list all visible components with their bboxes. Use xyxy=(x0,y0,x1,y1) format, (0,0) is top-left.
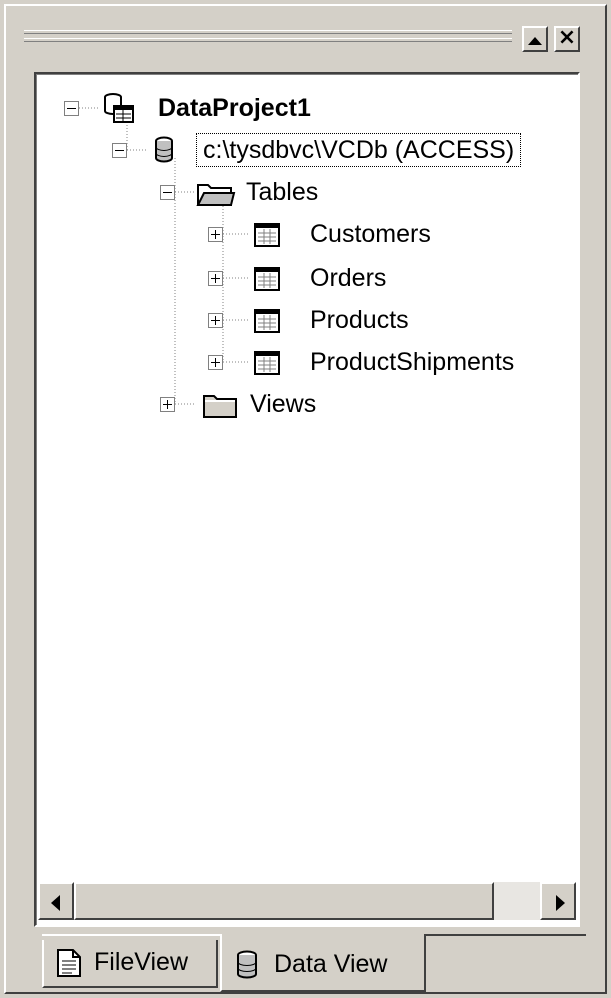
table-icon xyxy=(254,308,280,342)
tab-strip-edge xyxy=(42,934,220,936)
expand-toggle-icon[interactable] xyxy=(208,271,223,286)
arrow-right-icon xyxy=(556,895,565,911)
scroll-thumb[interactable] xyxy=(74,882,494,920)
tree-node-connection[interactable]: c:\tysdbvc\VCDb (ACCESS) xyxy=(36,133,576,167)
expand-toggle-icon[interactable] xyxy=(208,227,223,242)
expand-toggle-icon[interactable] xyxy=(160,397,175,412)
arrow-left-icon xyxy=(51,895,60,911)
document-icon xyxy=(56,948,82,990)
table-icon xyxy=(254,350,280,384)
horizontal-scrollbar[interactable] xyxy=(38,882,576,920)
data-view-tree[interactable]: DataProject1 c:\tysdbvc\VCDb (ACCESS) Ta… xyxy=(34,72,580,927)
close-icon: × xyxy=(557,25,577,50)
tab-strip-edge xyxy=(426,934,586,936)
collapse-toggle-icon[interactable] xyxy=(112,143,127,158)
tree-node-label: Views xyxy=(250,390,317,418)
tree-node-views-folder[interactable]: Views xyxy=(36,387,576,421)
collapse-toggle-icon[interactable] xyxy=(160,185,175,200)
tree-node-table[interactable]: Orders xyxy=(36,261,576,295)
collapse-toggle-icon[interactable] xyxy=(64,101,79,116)
tree-node-table[interactable]: Products xyxy=(36,303,576,337)
tree-node-label: c:\tysdbvc\VCDb (ACCESS) xyxy=(196,133,522,167)
database-icon xyxy=(154,136,174,173)
tree-node-label: Products xyxy=(310,306,409,334)
open-folder-icon xyxy=(196,179,236,216)
maximize-button[interactable] xyxy=(522,26,548,52)
close-button[interactable]: × xyxy=(554,26,580,52)
tree-node-tables-folder[interactable]: Tables xyxy=(36,175,576,209)
closed-folder-icon xyxy=(202,391,238,428)
data-project-icon xyxy=(102,92,136,133)
triangle-up-icon xyxy=(528,37,542,45)
scroll-left-button[interactable] xyxy=(38,882,74,920)
tree-node-table[interactable]: Customers xyxy=(36,217,576,251)
tree-node-label: DataProject1 xyxy=(158,94,311,122)
tab-label: FileView xyxy=(94,948,189,976)
tree-node-label: ProductShipments xyxy=(310,348,515,376)
tree-node-label: Orders xyxy=(310,264,387,292)
tree-node-project[interactable]: DataProject1 xyxy=(36,91,576,125)
toolbar-grip[interactable] xyxy=(24,26,512,48)
tab-data-view[interactable]: Data View xyxy=(220,934,426,992)
expand-toggle-icon[interactable] xyxy=(208,313,223,328)
scroll-track[interactable] xyxy=(494,882,540,920)
workspace-window: × DataProject1 c:\tysdbvc\VCDb (ACCESS) … xyxy=(4,4,607,994)
tab-fileview[interactable]: FileView xyxy=(42,940,218,988)
tree-node-label: Tables xyxy=(246,178,319,206)
expand-toggle-icon[interactable] xyxy=(208,355,223,370)
tab-label: Data View xyxy=(274,950,388,978)
table-icon xyxy=(254,222,280,256)
scroll-right-button[interactable] xyxy=(540,882,576,920)
tree-node-table[interactable]: ProductShipments xyxy=(36,345,576,379)
tree-node-label: Customers xyxy=(310,220,431,248)
table-icon xyxy=(254,266,280,300)
database-icon xyxy=(236,950,258,992)
